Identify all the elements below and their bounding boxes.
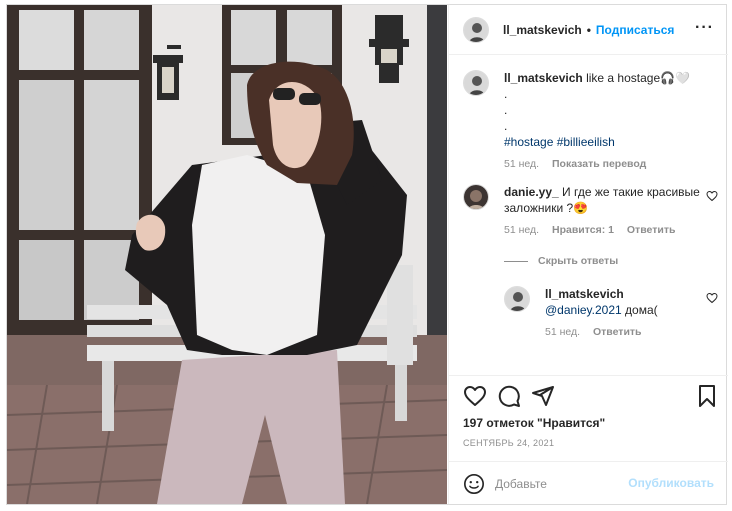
comment-time[interactable]: 51 нед. — [504, 224, 539, 236]
avatar-image — [464, 185, 488, 209]
avatar-image — [505, 287, 529, 311]
bookmark-icon[interactable] — [695, 384, 719, 408]
avatar[interactable] — [463, 16, 489, 43]
more-options-icon[interactable]: ··· — [695, 19, 714, 37]
caption-dot: . — [504, 87, 508, 101]
separator-dot: • — [586, 22, 591, 37]
comment-likes[interactable]: Нравится: 1 — [552, 224, 614, 236]
caption-text-line: ll_matskevich like a hostage🎧🤍 — [504, 70, 704, 86]
comment-heart-icon[interactable] — [706, 190, 718, 202]
caption-text: like a hostage🎧🤍 — [586, 71, 690, 85]
publish-button[interactable]: Опубликовать — [628, 476, 714, 490]
reply-username[interactable]: ll_matskevich — [545, 287, 624, 301]
caption: ll_matskevich like a hostage🎧🤍 . . . #ho… — [463, 70, 718, 170]
reply: ll_matskevich @daniey.2021 дома( 51 нед.… — [504, 286, 718, 346]
caption-meta: 51 нед. Показать перевод — [504, 156, 704, 172]
reply-heart-icon[interactable] — [706, 292, 718, 304]
comment-input[interactable] — [495, 474, 645, 494]
post-actions: 197 отметок "Нравится" СЕНТЯБРЬ 24, 2021 — [449, 375, 728, 475]
share-icon[interactable] — [531, 384, 555, 408]
reply-meta: 51 нед. Ответить — [545, 324, 695, 340]
avatar-image — [464, 71, 488, 95]
reply-username-line: ll_matskevich — [545, 286, 695, 302]
reply-body: ll_matskevich @daniey.2021 дома( 51 нед.… — [545, 286, 695, 340]
translate-button[interactable]: Показать перевод — [552, 158, 646, 170]
likes-count[interactable]: 197 отметок "Нравится" — [463, 416, 605, 430]
hide-replies-label: Скрыть ответы — [538, 255, 619, 267]
post-photo[interactable] — [7, 5, 447, 504]
caption-username[interactable]: ll_matskevich — [504, 71, 583, 85]
avatar[interactable] — [504, 286, 530, 312]
avatar-image — [464, 17, 488, 42]
avatar[interactable] — [463, 184, 489, 210]
caption-time[interactable]: 51 нед. — [504, 158, 539, 170]
hide-replies-button[interactable]: Скрыть ответы — [504, 255, 618, 267]
comment-icon[interactable] — [497, 384, 521, 408]
post-photo-illustration — [7, 5, 447, 504]
reply-text-line: @daniey.2021 дома( — [545, 302, 695, 318]
add-comment-bar: Опубликовать — [449, 461, 728, 504]
comment-username[interactable]: danie.yy_ — [504, 185, 559, 199]
reply-text: дома( — [625, 303, 658, 317]
instagram-post: ll_matskevich • Подписаться ··· ll_matsk… — [6, 4, 728, 505]
caption-dot: . — [504, 119, 508, 133]
action-icons — [463, 384, 715, 410]
post-header: ll_matskevich • Подписаться ··· — [449, 5, 728, 55]
emoji-icon[interactable] — [463, 473, 485, 495]
post-sidebar: ll_matskevich • Подписаться ··· ll_matsk… — [448, 5, 728, 504]
caption-body: ll_matskevich like a hostage🎧🤍 . . . #ho… — [504, 70, 704, 172]
comment: danie.yy_ И где же такие красивые заложн… — [463, 184, 718, 244]
reply-reply-button[interactable]: Ответить — [593, 326, 642, 338]
reply-mention[interactable]: @daniey.2021 — [545, 303, 622, 317]
follow-button[interactable]: Подписаться — [596, 23, 674, 37]
replies-divider — [504, 260, 528, 262]
comment-text-line: danie.yy_ И где же такие красивые заложн… — [504, 184, 704, 216]
author-username[interactable]: ll_matskevich — [503, 23, 582, 37]
comment-body: danie.yy_ И где же такие красивые заложн… — [504, 184, 704, 238]
avatar[interactable] — [463, 70, 489, 96]
caption-dot: . — [504, 103, 508, 117]
comment-meta: 51 нед. Нравится: 1 Ответить — [504, 222, 704, 238]
caption-hashtags[interactable]: #hostage #billieeilish — [504, 134, 704, 150]
reply-time[interactable]: 51 нед. — [545, 326, 580, 338]
comments-list[interactable]: ll_matskevich like a hostage🎧🤍 . . . #ho… — [449, 56, 728, 374]
reply-button[interactable]: Ответить — [627, 224, 676, 236]
heart-icon[interactable] — [463, 384, 487, 408]
post-date[interactable]: СЕНТЯБРЬ 24, 2021 — [463, 438, 554, 448]
